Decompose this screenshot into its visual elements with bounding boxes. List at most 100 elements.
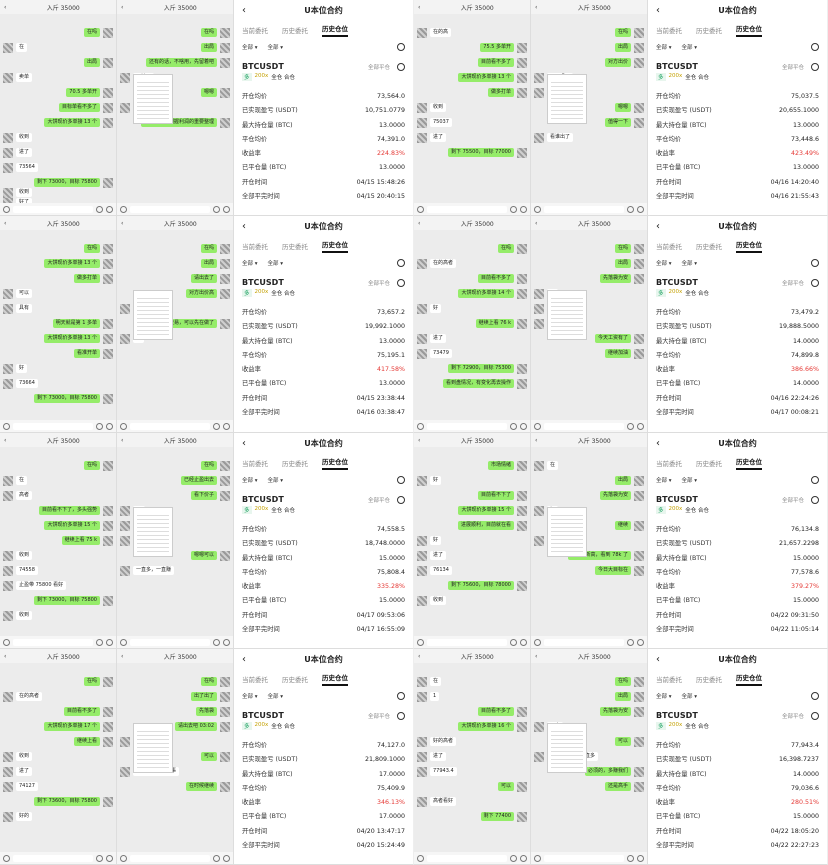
history-icon[interactable]: [397, 476, 405, 484]
voice-icon[interactable]: [417, 638, 424, 646]
back-icon[interactable]: ‹: [121, 4, 123, 11]
filter-dropdown[interactable]: 全部 ▾: [656, 692, 672, 700]
plus-icon[interactable]: [223, 205, 230, 213]
message-input[interactable]: [130, 205, 210, 213]
back-icon[interactable]: ‹: [656, 438, 670, 449]
share-icon[interactable]: [397, 62, 405, 71]
history-icon[interactable]: [811, 692, 819, 700]
back-icon[interactable]: ‹: [418, 220, 420, 227]
voice-icon[interactable]: [120, 854, 127, 862]
tab-order-history[interactable]: 历史委托: [696, 458, 722, 468]
tab-current-orders[interactable]: 当前委托: [242, 674, 268, 684]
message-input[interactable]: [427, 638, 507, 646]
back-icon[interactable]: ‹: [656, 5, 670, 16]
history-icon[interactable]: [811, 476, 819, 484]
message-input[interactable]: [13, 854, 93, 862]
voice-icon[interactable]: [417, 205, 424, 213]
tab-current-orders[interactable]: 当前委托: [656, 241, 682, 251]
message-input[interactable]: [427, 854, 507, 862]
tab-current-orders[interactable]: 当前委托: [656, 25, 682, 35]
tab-current-orders[interactable]: 当前委托: [242, 458, 268, 468]
filter-dropdown[interactable]: 全部 ▾: [682, 476, 698, 484]
voice-icon[interactable]: [120, 638, 127, 646]
emoji-icon[interactable]: [510, 422, 517, 430]
filter-dropdown[interactable]: 全部 ▾: [682, 43, 698, 51]
tab-position-history[interactable]: 历史仓位: [736, 456, 762, 470]
back-icon[interactable]: ‹: [242, 221, 256, 232]
message-input[interactable]: [13, 422, 93, 430]
filter-dropdown[interactable]: 全部 ▾: [682, 692, 698, 700]
plus-icon[interactable]: [106, 205, 113, 213]
filter-dropdown[interactable]: 全部 ▾: [656, 259, 672, 267]
back-icon[interactable]: ‹: [242, 438, 256, 449]
voice-icon[interactable]: [417, 854, 424, 862]
plus-icon[interactable]: [520, 638, 527, 646]
back-icon[interactable]: ‹: [418, 4, 420, 11]
history-icon[interactable]: [397, 692, 405, 700]
back-icon[interactable]: ‹: [121, 437, 123, 444]
filter-dropdown[interactable]: 全部 ▾: [268, 43, 284, 51]
plus-icon[interactable]: [223, 638, 230, 646]
filter-dropdown[interactable]: 全部 ▾: [268, 476, 284, 484]
tab-position-history[interactable]: 历史仓位: [322, 23, 348, 37]
back-icon[interactable]: ‹: [418, 437, 420, 444]
back-icon[interactable]: ‹: [121, 653, 123, 660]
share-icon[interactable]: [811, 495, 819, 504]
back-icon[interactable]: ‹: [535, 437, 537, 444]
history-icon[interactable]: [397, 259, 405, 267]
plus-icon[interactable]: [520, 854, 527, 862]
tab-position-history[interactable]: 历史仓位: [736, 23, 762, 37]
plus-icon[interactable]: [637, 638, 644, 646]
plus-icon[interactable]: [223, 854, 230, 862]
message-input[interactable]: [13, 638, 93, 646]
screenshot-image[interactable]: [547, 290, 587, 340]
emoji-icon[interactable]: [96, 205, 103, 213]
emoji-icon[interactable]: [510, 638, 517, 646]
tab-position-history[interactable]: 历史仓位: [736, 672, 762, 686]
back-icon[interactable]: ‹: [4, 437, 6, 444]
emoji-icon[interactable]: [96, 422, 103, 430]
share-icon[interactable]: [397, 495, 405, 504]
emoji-icon[interactable]: [627, 638, 634, 646]
back-icon[interactable]: ‹: [535, 220, 537, 227]
message-input[interactable]: [427, 205, 507, 213]
voice-icon[interactable]: [3, 638, 10, 646]
plus-icon[interactable]: [106, 638, 113, 646]
tab-current-orders[interactable]: 当前委托: [242, 241, 268, 251]
share-icon[interactable]: [397, 278, 405, 287]
back-icon[interactable]: ‹: [242, 5, 256, 16]
plus-icon[interactable]: [223, 422, 230, 430]
back-icon[interactable]: ‹: [418, 653, 420, 660]
message-input[interactable]: [130, 638, 210, 646]
plus-icon[interactable]: [106, 854, 113, 862]
message-input[interactable]: [544, 854, 624, 862]
tab-current-orders[interactable]: 当前委托: [656, 674, 682, 684]
screenshot-image[interactable]: [547, 507, 587, 557]
history-icon[interactable]: [397, 43, 405, 51]
back-icon[interactable]: ‹: [535, 4, 537, 11]
voice-icon[interactable]: [534, 854, 541, 862]
filter-dropdown[interactable]: 全部 ▾: [656, 43, 672, 51]
filter-dropdown[interactable]: 全部 ▾: [242, 43, 258, 51]
message-input[interactable]: [130, 854, 210, 862]
plus-icon[interactable]: [637, 422, 644, 430]
screenshot-image[interactable]: [133, 507, 173, 557]
tab-order-history[interactable]: 历史委托: [282, 674, 308, 684]
tab-position-history[interactable]: 历史仓位: [322, 239, 348, 253]
message-input[interactable]: [544, 422, 624, 430]
back-icon[interactable]: ‹: [656, 221, 670, 232]
filter-dropdown[interactable]: 全部 ▾: [656, 476, 672, 484]
tab-position-history[interactable]: 历史仓位: [322, 456, 348, 470]
screenshot-image[interactable]: [547, 74, 587, 124]
filter-dropdown[interactable]: 全部 ▾: [268, 259, 284, 267]
back-icon[interactable]: ‹: [4, 4, 6, 11]
tab-order-history[interactable]: 历史委托: [696, 674, 722, 684]
filter-dropdown[interactable]: 全部 ▾: [242, 259, 258, 267]
filter-dropdown[interactable]: 全部 ▾: [268, 692, 284, 700]
history-icon[interactable]: [811, 43, 819, 51]
emoji-icon[interactable]: [96, 854, 103, 862]
message-input[interactable]: [427, 422, 507, 430]
voice-icon[interactable]: [120, 205, 127, 213]
plus-icon[interactable]: [106, 422, 113, 430]
back-icon[interactable]: ‹: [4, 220, 6, 227]
